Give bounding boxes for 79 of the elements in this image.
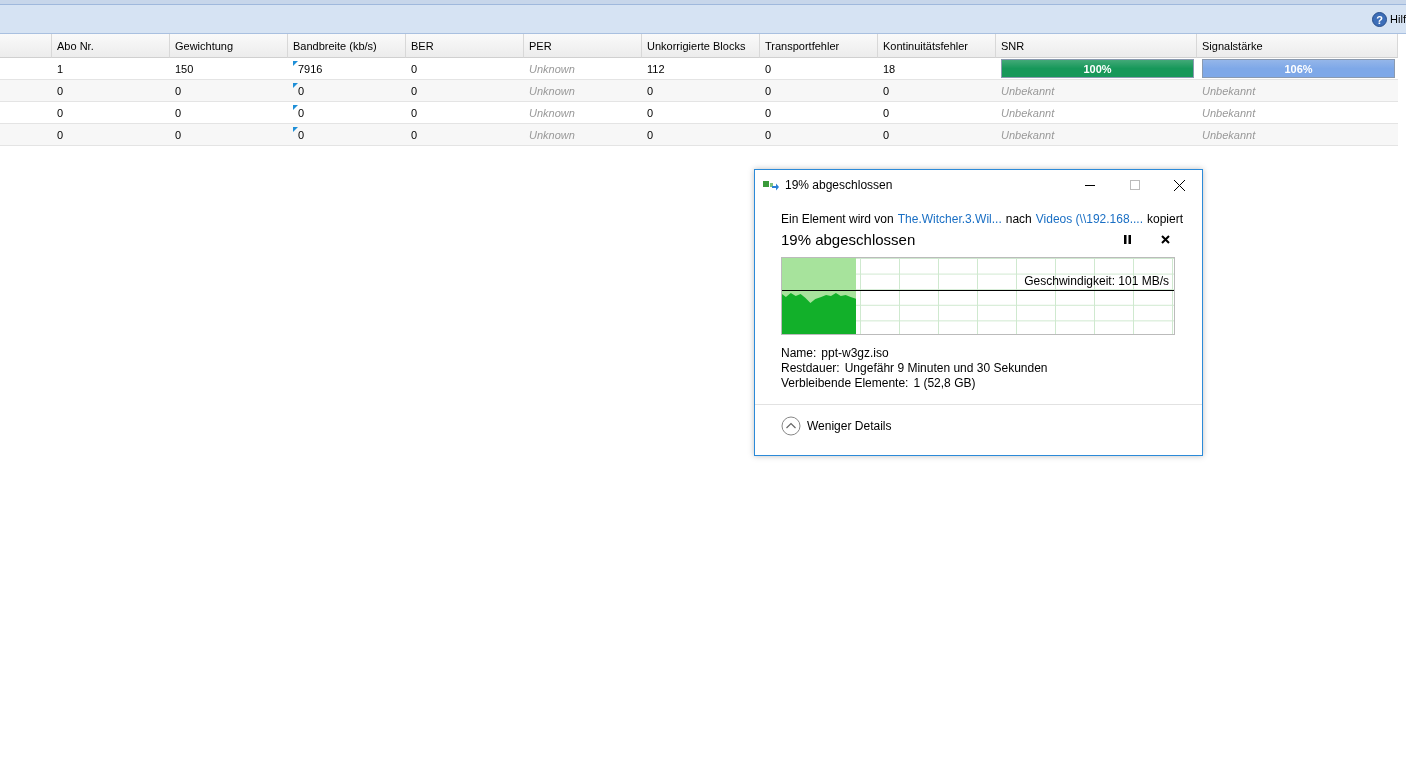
- table-cell: 7916: [298, 62, 323, 75]
- column-header[interactable]: Unkorrigierte Blocks: [642, 34, 760, 58]
- details-toggle[interactable]: Weniger Details: [781, 416, 1202, 436]
- detail-label: Restdauer:: [781, 361, 840, 375]
- path-link[interactable]: The.Witcher.3.Wil...: [897, 212, 1002, 226]
- table-cell: 0: [175, 84, 182, 97]
- table-cell: 0: [298, 84, 305, 97]
- table-cell: 0: [411, 84, 418, 97]
- pause-icon: [1124, 234, 1131, 244]
- column-header[interactable]: Abo Nr.: [52, 34, 170, 58]
- table-cell: 1: [57, 62, 64, 75]
- close-icon: [1161, 234, 1170, 244]
- level-value: 100%: [1082, 61, 1113, 77]
- table-cell: Unbekannt: [1202, 84, 1256, 97]
- column-header[interactable]: Signalstärke: [1197, 34, 1398, 58]
- column-header[interactable]: PER: [524, 34, 642, 58]
- table-cell: 0: [765, 106, 772, 119]
- table-cell: 0: [411, 106, 418, 119]
- table-cell: Unbekannt: [1202, 128, 1256, 141]
- table-cell: 0: [765, 62, 772, 75]
- progress-heading: 19% abgeschlossen: [781, 230, 917, 248]
- table-cell: 0: [765, 128, 772, 141]
- table-cell: 0: [411, 128, 418, 141]
- minimize-icon: [1084, 184, 1095, 186]
- table-cell: 0: [883, 128, 890, 141]
- speed-label: Geschwindigkeit: 101 MB/s: [1024, 274, 1169, 288]
- table-cell: 0: [647, 106, 654, 119]
- table-cell: 0: [647, 84, 654, 97]
- table-cell: Unbekannt: [1202, 106, 1256, 119]
- detail-label: Verbleibende Elemente:: [781, 376, 909, 390]
- column-header[interactable]: Kontinuitätsfehler: [878, 34, 996, 58]
- description-text: Ein Element wird von: [781, 212, 894, 226]
- chevron-circle-icon: [781, 416, 801, 436]
- detail-value: ppt-w3gz.iso: [821, 346, 889, 360]
- description-text: nach: [1005, 212, 1032, 226]
- column-header[interactable]: Bandbreite (kb/s): [288, 34, 406, 58]
- copy-icon: [763, 179, 779, 191]
- table-cell: 112: [647, 62, 665, 75]
- column-header[interactable]: BER: [406, 34, 524, 58]
- detail-value: 1 (52,8 GB): [913, 376, 976, 390]
- table-cell: Unknown: [529, 62, 575, 75]
- description-text: kopiert: [1146, 212, 1183, 226]
- corner-marker-icon: [293, 83, 298, 88]
- table-cell: 0: [57, 128, 64, 141]
- table-cell: 0: [298, 128, 305, 141]
- table-cell: Unknown: [529, 128, 575, 141]
- help-button[interactable]: ? Hilf: [1372, 11, 1406, 27]
- column-header[interactable]: Gewichtung: [170, 34, 288, 58]
- table-cell: Unknown: [529, 84, 575, 97]
- table-cell: Unbekannt: [1001, 128, 1055, 141]
- table-cell: Unknown: [529, 106, 575, 119]
- path-link[interactable]: Videos (\\192.168....: [1035, 212, 1143, 226]
- table-cell: 0: [57, 84, 64, 97]
- table-cell: 0: [883, 106, 890, 119]
- table-cell: 0: [175, 128, 182, 141]
- column-header[interactable]: SNR: [996, 34, 1197, 58]
- table-cell: Unbekannt: [1001, 84, 1055, 97]
- corner-marker-icon: [293, 105, 298, 110]
- table-cell: 0: [411, 62, 418, 75]
- table-cell: 0: [883, 84, 890, 97]
- level-value: 106%: [1283, 61, 1314, 77]
- detail-label: Name:: [781, 346, 817, 360]
- table-cell: 0: [298, 106, 305, 119]
- detail-value: Ungefähr 9 Minuten und 30 Sekunden: [844, 361, 1048, 375]
- table-cell: 0: [57, 106, 64, 119]
- table-cell: 0: [175, 106, 182, 119]
- table-cell: 18: [883, 62, 896, 75]
- column-header[interactable]: [0, 34, 52, 58]
- corner-marker-icon: [293, 61, 298, 66]
- corner-marker-icon: [293, 127, 298, 132]
- column-header[interactable]: Transportfehler: [760, 34, 878, 58]
- table-cell: 150: [175, 62, 194, 75]
- table-cell: 0: [765, 84, 772, 97]
- maximize-icon: [1129, 180, 1140, 190]
- help-icon: ?: [1372, 11, 1388, 27]
- table-cell: Unbekannt: [1001, 106, 1055, 119]
- close-icon: [1174, 179, 1185, 191]
- table-cell: 0: [647, 128, 654, 141]
- window-title: 19% abgeschlossen: [785, 178, 894, 192]
